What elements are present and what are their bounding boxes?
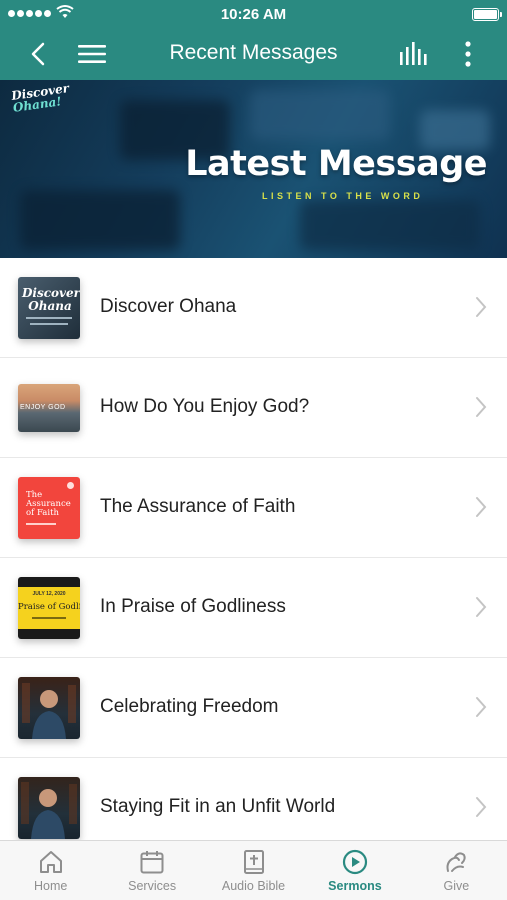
more-options-button[interactable] xyxy=(448,34,488,74)
battery-icon xyxy=(472,8,502,21)
message-title: Discover Ohana xyxy=(100,296,237,317)
chevron-right-icon xyxy=(476,397,487,417)
calendar-icon xyxy=(140,851,164,874)
message-thumbnail xyxy=(18,777,80,839)
message-thumbnail: ENJOY GOD xyxy=(18,384,80,432)
chevron-right-icon xyxy=(476,297,487,317)
tab-services[interactable]: Services xyxy=(101,841,202,900)
banner-subtitle: LISTEN TO THE WORD xyxy=(262,191,424,201)
tab-sermons[interactable]: Sermons xyxy=(304,841,405,900)
banner-title: Latest Message xyxy=(185,144,487,184)
tab-give[interactable]: Give xyxy=(406,841,507,900)
list-item[interactable]: Discover Ohana Discover Ohana xyxy=(0,258,507,358)
list-item[interactable]: The Assurance of Faith The Assurance of … xyxy=(0,458,507,558)
message-thumbnail: JULY 12, 2020 Praise of Godline xyxy=(18,577,80,639)
message-thumbnail: Discover Ohana xyxy=(18,277,80,339)
latest-message-banner[interactable]: Discover Ohana! Latest Message xyxy=(0,80,507,258)
list-item[interactable]: ENJOY GOD How Do You Enjoy God? xyxy=(0,358,507,458)
status-bar: 10:26 AM xyxy=(0,0,507,28)
message-thumbnail xyxy=(18,677,80,739)
chevron-right-icon xyxy=(476,597,487,617)
tab-label: Give xyxy=(443,879,470,893)
tab-home[interactable]: Home xyxy=(0,841,101,900)
message-title: In Praise of Godliness xyxy=(100,596,286,617)
chevron-right-icon xyxy=(476,797,487,817)
navigation-bar: Recent Messages xyxy=(0,28,507,80)
speaker-photo xyxy=(21,782,77,839)
tab-label: Services xyxy=(128,879,177,893)
message-thumbnail: The Assurance of Faith xyxy=(18,477,80,539)
message-title: Celebrating Freedom xyxy=(100,696,279,717)
audio-levels-button[interactable] xyxy=(394,34,434,74)
tab-bar: Home Services Audio Bible Sermons Give xyxy=(0,840,507,900)
message-title: How Do You Enjoy God? xyxy=(100,396,310,417)
tab-label: Sermons xyxy=(328,879,382,893)
chevron-right-icon xyxy=(476,497,487,517)
list-item[interactable]: Celebrating Freedom xyxy=(0,658,507,758)
home-icon xyxy=(39,851,62,873)
give-icon xyxy=(446,852,466,872)
tab-label: Home xyxy=(34,879,68,893)
status-time: 10:26 AM xyxy=(220,6,287,23)
message-title: The Assurance of Faith xyxy=(100,496,296,517)
list-item[interactable]: JULY 12, 2020 Praise of Godline In Prais… xyxy=(0,558,507,658)
message-title: Staying Fit in an Unfit World xyxy=(100,796,336,817)
tab-label: Audio Bible xyxy=(221,879,286,893)
tab-audio-bible[interactable]: Audio Bible xyxy=(203,841,304,900)
discover-ohana-logo: Discover Ohana! xyxy=(10,81,70,115)
audio-levels-icon xyxy=(400,42,427,65)
message-list: Discover Ohana Discover Ohana ENJOY GOD … xyxy=(0,258,507,858)
speaker-photo xyxy=(22,683,76,739)
bible-icon xyxy=(243,850,264,874)
play-circle-icon xyxy=(342,849,368,875)
more-vertical-icon xyxy=(465,41,471,67)
chevron-right-icon xyxy=(476,697,487,717)
